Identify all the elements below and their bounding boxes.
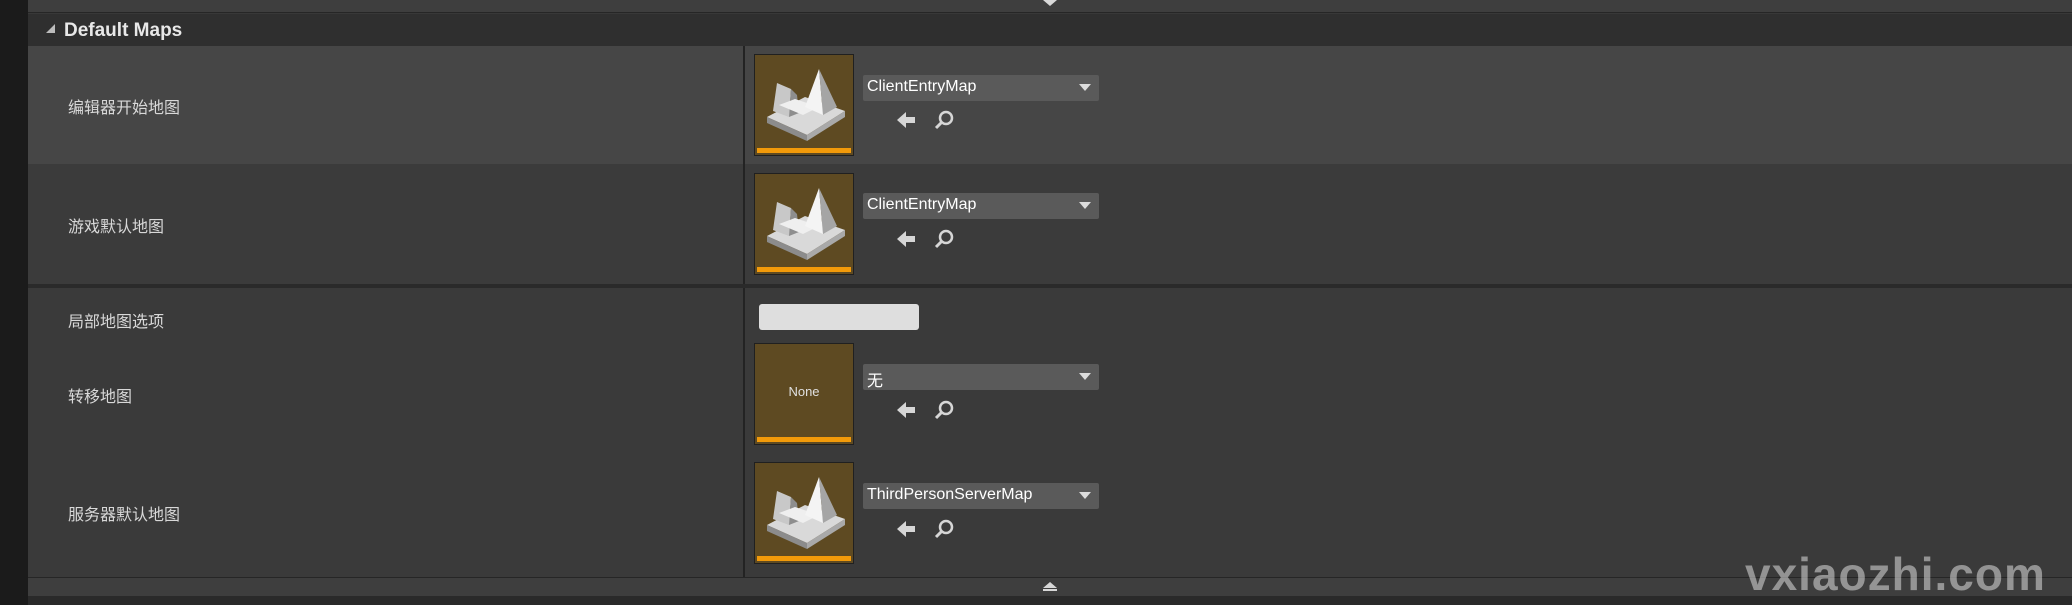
- map-combo[interactable]: 无: [863, 364, 1099, 390]
- use-selected-button[interactable]: [894, 398, 918, 422]
- map-thumbnail[interactable]: [755, 55, 853, 155]
- combo-value: 无: [867, 373, 884, 390]
- level-map-icon: [767, 477, 845, 549]
- property-label: 编辑器开始地图: [68, 100, 181, 117]
- category-header[interactable]: Default Maps: [28, 14, 2072, 46]
- property-row-editor-startup-map: 编辑器开始地图 ClientEntryMap: [28, 46, 2072, 164]
- use-selected-button[interactable]: [894, 517, 918, 541]
- magnifier-icon: [934, 110, 954, 130]
- asset-color-bar: [757, 267, 851, 272]
- asset-color-bar: [757, 556, 851, 561]
- arrow-left-icon: [897, 521, 915, 537]
- asset-color-bar: [757, 148, 851, 153]
- combo-value: ThirdPersonServerMap: [867, 486, 1033, 503]
- level-map-icon: [767, 188, 845, 260]
- left-gutter: [0, 0, 28, 605]
- browse-button[interactable]: [932, 108, 956, 132]
- use-selected-button[interactable]: [894, 108, 918, 132]
- property-label: 局部地图选项: [68, 314, 165, 331]
- map-combo[interactable]: ThirdPersonServerMap: [863, 483, 1099, 509]
- property-row-game-default-map: 游戏默认地图 ClientEntryMap: [28, 164, 2072, 284]
- property-label: 转移地图: [68, 389, 133, 406]
- column-divider[interactable]: [743, 164, 745, 284]
- browse-button[interactable]: [932, 517, 956, 541]
- map-combo[interactable]: ClientEntryMap: [863, 193, 1099, 219]
- browse-button[interactable]: [932, 227, 956, 251]
- local-map-options-field[interactable]: [759, 304, 919, 330]
- column-divider[interactable]: [743, 46, 745, 164]
- map-combo[interactable]: ClientEntryMap: [863, 75, 1099, 101]
- property-row-transition-map: 转移地图 None 无: [28, 332, 2072, 454]
- column-divider[interactable]: [743, 288, 745, 332]
- level-map-icon: [767, 69, 845, 141]
- browse-button[interactable]: [932, 398, 956, 422]
- map-thumbnail[interactable]: [755, 463, 853, 563]
- category-title: Default Maps: [64, 20, 183, 41]
- dropdown-arrow-icon: [1079, 373, 1091, 380]
- chevron-down-icon[interactable]: [1043, 0, 1057, 6]
- column-divider[interactable]: [743, 332, 745, 454]
- asset-color-bar: [757, 437, 851, 442]
- magnifier-icon: [934, 229, 954, 249]
- triangle-expanded-icon[interactable]: [46, 24, 55, 33]
- use-selected-button[interactable]: [894, 227, 918, 251]
- details-panel: Default Maps 编辑器开始地图 ClientEntryMap 游戏默认…: [28, 0, 2072, 605]
- watermark: vxiaozhi.com: [1745, 548, 2046, 600]
- thumbnail-none-label: None: [788, 384, 820, 399]
- arrow-left-icon: [897, 231, 915, 247]
- magnifier-icon: [934, 400, 954, 420]
- chevron-up-underline: [1043, 589, 1057, 591]
- map-thumbnail-empty[interactable]: None: [755, 344, 853, 444]
- map-thumbnail[interactable]: [755, 174, 853, 274]
- column-divider[interactable]: [743, 454, 745, 577]
- magnifier-icon: [934, 519, 954, 539]
- chevron-up-icon[interactable]: [1043, 582, 1057, 588]
- property-label: 服务器默认地图: [68, 507, 181, 524]
- property-label: 游戏默认地图: [68, 219, 165, 236]
- combo-value: ClientEntryMap: [867, 78, 977, 95]
- arrow-left-icon: [897, 402, 915, 418]
- previous-category-strip[interactable]: [28, 0, 2072, 13]
- dropdown-arrow-icon: [1079, 202, 1091, 209]
- combo-value: ClientEntryMap: [867, 196, 977, 213]
- arrow-left-icon: [897, 112, 915, 128]
- property-row-local-map-options: 局部地图选项: [28, 288, 2072, 332]
- dropdown-arrow-icon: [1079, 492, 1091, 499]
- dropdown-arrow-icon: [1079, 84, 1091, 91]
